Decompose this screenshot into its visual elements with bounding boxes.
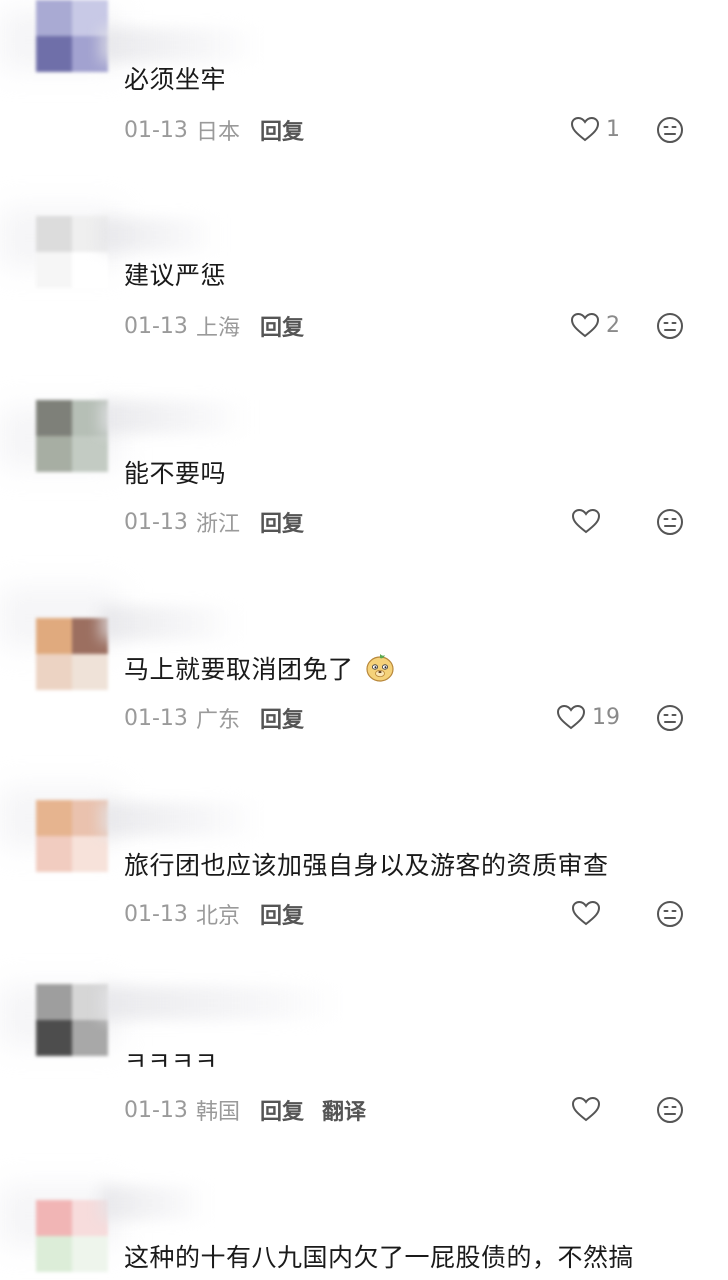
like-button[interactable]: 2 bbox=[570, 310, 620, 340]
heart-outline-icon bbox=[570, 116, 600, 142]
reply-button[interactable]: 回复 bbox=[260, 114, 304, 146]
username-redacted[interactable] bbox=[100, 28, 260, 62]
username-redacted[interactable] bbox=[100, 986, 340, 1020]
comment-location: 上海 bbox=[195, 316, 240, 341]
comment-text: ㅋㅋㅋㅋ bbox=[124, 1047, 219, 1076]
comment-location: 广东 bbox=[195, 708, 240, 733]
comment-text: 马上就要取消团免了 bbox=[124, 650, 396, 686]
comment-text-content: 马上就要取消团免了 bbox=[124, 655, 354, 684]
avatar[interactable] bbox=[36, 984, 108, 1056]
heart-outline-icon bbox=[570, 312, 600, 338]
meh-face-icon[interactable] bbox=[656, 1096, 684, 1124]
like-button[interactable] bbox=[571, 898, 607, 928]
reply-button[interactable]: 回复 bbox=[260, 1094, 304, 1126]
heart-outline-icon bbox=[571, 508, 601, 534]
comment-meta: 01-13 广东 回复 bbox=[124, 702, 304, 734]
comment-text: 旅行团也应该加强自身以及游客的资质审查 bbox=[124, 851, 609, 880]
reply-button[interactable]: 回复 bbox=[260, 898, 304, 930]
meh-face-icon[interactable] bbox=[656, 900, 684, 928]
comment-location: 浙江 bbox=[195, 512, 240, 537]
username-redacted[interactable] bbox=[100, 218, 220, 252]
comment-meta: 01-13 韩国 回复 翻译 bbox=[124, 1094, 366, 1126]
reply-button[interactable]: 回复 bbox=[260, 702, 304, 734]
comment-meta: 01-13 上海 回复 bbox=[124, 310, 304, 342]
like-button[interactable]: 1 bbox=[570, 114, 620, 144]
comment-location: 韩国 bbox=[195, 1100, 240, 1125]
meh-face-icon[interactable] bbox=[656, 116, 684, 144]
comment-text: 必须坐牢 bbox=[124, 65, 227, 94]
comment-date: 01-13 bbox=[124, 509, 188, 535]
comment-location: 北京 bbox=[195, 904, 240, 929]
comment-date: 01-13 bbox=[124, 1097, 188, 1123]
heart-outline-icon bbox=[571, 900, 601, 926]
comment-meta: 01-13 北京 回复 bbox=[124, 898, 304, 930]
comment-list: 必须坐牢 01-13 日本 回复 1 建议严惩 01-13 上海 回复 2 能不… bbox=[0, 0, 728, 1280]
comment-text: 建议严惩 bbox=[124, 261, 227, 290]
reply-button[interactable]: 回复 bbox=[260, 310, 304, 342]
like-count: 19 bbox=[592, 704, 620, 730]
comment-location: 日本 bbox=[195, 120, 240, 145]
avatar[interactable] bbox=[36, 400, 108, 472]
avatar[interactable] bbox=[36, 0, 108, 72]
heart-outline-icon bbox=[556, 704, 586, 730]
heart-outline-icon bbox=[571, 1096, 601, 1122]
comment-text: 能不要吗 bbox=[124, 459, 227, 488]
like-button[interactable] bbox=[571, 506, 607, 536]
comment-date: 01-13 bbox=[124, 705, 188, 731]
username-redacted[interactable] bbox=[100, 606, 240, 640]
comment-date: 01-13 bbox=[124, 117, 188, 143]
comment-date: 01-13 bbox=[124, 313, 188, 339]
meh-face-icon[interactable] bbox=[656, 508, 684, 536]
avatar[interactable] bbox=[36, 216, 108, 288]
avatar[interactable] bbox=[36, 800, 108, 872]
comment-date: 01-13 bbox=[124, 901, 188, 927]
translate-button[interactable]: 翻译 bbox=[322, 1094, 366, 1126]
username-redacted[interactable] bbox=[100, 400, 250, 434]
username-redacted[interactable] bbox=[100, 802, 260, 836]
like-count: 1 bbox=[606, 116, 620, 142]
avatar[interactable] bbox=[36, 1200, 108, 1272]
comment-text: 这种的十有八九国内欠了一屁股债的，不然搞 bbox=[124, 1243, 635, 1272]
meh-face-icon[interactable] bbox=[656, 312, 684, 340]
username-redacted[interactable] bbox=[100, 1186, 210, 1220]
avatar[interactable] bbox=[36, 618, 108, 690]
like-count: 2 bbox=[606, 312, 620, 338]
comment-meta: 01-13 日本 回复 bbox=[124, 114, 304, 146]
comment-meta: 01-13 浙江 回复 bbox=[124, 506, 304, 538]
reply-button[interactable]: 回复 bbox=[260, 506, 304, 538]
meh-face-icon[interactable] bbox=[656, 704, 684, 732]
like-button[interactable] bbox=[571, 1094, 607, 1124]
like-button[interactable]: 19 bbox=[556, 702, 620, 732]
doge-face-icon bbox=[366, 654, 394, 682]
